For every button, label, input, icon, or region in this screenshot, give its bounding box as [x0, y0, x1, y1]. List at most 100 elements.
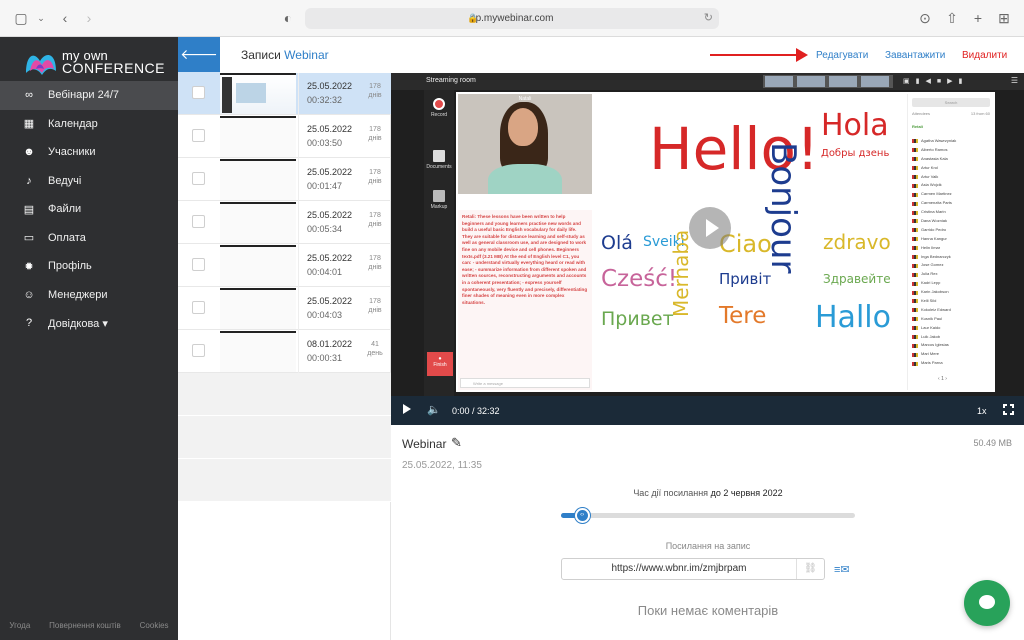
footer-link[interactable]: Угода	[9, 621, 30, 630]
sidebar-toggle-icon[interactable]: ▢	[12, 9, 30, 27]
record-checkbox[interactable]	[192, 344, 205, 357]
record-checkbox[interactable]	[192, 215, 205, 228]
reload-icon[interactable]: ↻	[704, 8, 713, 29]
record-thumbnail[interactable]	[220, 245, 296, 286]
sidebar-item-4[interactable]: ▤ Файли	[0, 195, 178, 224]
logo-line-2: CONFERENCE	[62, 60, 166, 76]
download-link[interactable]: Завантажити	[885, 50, 945, 61]
record-row[interactable]: 25.05.2022 00:04:03 178 днів	[178, 287, 391, 330]
participant-item: Helin Ilmar	[912, 244, 990, 253]
new-tab-icon[interactable]: +	[969, 9, 987, 27]
page-header: Записи Webinar Редагувати Завантажити Ви…	[220, 37, 1024, 73]
support-chat-button[interactable]	[964, 580, 1010, 626]
participants-page-number: 1	[941, 376, 944, 382]
record-checkbox[interactable]	[192, 129, 205, 142]
sidebar-item-2[interactable]: ☻ Учасники	[0, 138, 178, 167]
volume-icon[interactable]: 🔈	[427, 403, 441, 416]
share-icon[interactable]: ⇧	[943, 9, 961, 27]
participant-name: Artur Krol	[921, 164, 938, 170]
play-overlay-button[interactable]	[689, 207, 731, 249]
footer-link[interactable]: Повернення коштів	[49, 621, 121, 630]
flag-icon	[912, 157, 918, 162]
host-name: Retali	[912, 124, 923, 129]
sidebar-item-label: Менеджери	[48, 288, 108, 301]
flag-icon	[912, 237, 918, 242]
record-row[interactable]: 25.05.2022 00:05:34 178 днів	[178, 201, 391, 244]
fullscreen-icon[interactable]	[1002, 403, 1015, 416]
copy-link-icon[interactable]: ⛓	[796, 559, 824, 579]
sidebar-item-6[interactable]: ✹ Профіль	[0, 252, 178, 281]
record-row[interactable]: 25.05.2022 00:04:01 178 днів	[178, 244, 391, 287]
participant-item: Jose Gomez	[912, 261, 990, 270]
record-row[interactable]: 25.05.2022 00:03:50 178 днів	[178, 115, 391, 158]
record-days-number: 178	[369, 255, 381, 262]
participant-name: Carmenzita Parts	[921, 200, 952, 206]
record-checkbox[interactable]	[192, 258, 205, 271]
room-toolbar: Record Documents Markup ⏺ Finish	[424, 90, 454, 396]
record-thumbnail[interactable]	[220, 202, 296, 243]
playback-speed[interactable]: 1x	[977, 406, 987, 416]
slide-thumbnails	[763, 75, 893, 88]
record-days-left: 178 днів	[367, 211, 383, 229]
record-link-field[interactable]: https://www.wbnr.im/zmjbrpam ⛓	[561, 558, 825, 580]
logo[interactable]: my own CONFERENCE	[24, 47, 166, 79]
record-thumbnail[interactable]	[220, 331, 296, 372]
sidebar-item-5[interactable]: ▭ Оплата	[0, 224, 178, 253]
tab-overview-icon[interactable]: ⊞	[995, 9, 1013, 27]
send-email-icon[interactable]: ≡✉	[834, 564, 854, 576]
play-icon[interactable]	[403, 404, 411, 414]
record-row[interactable]: 25.05.2022 00:01:47 178 днів	[178, 158, 391, 201]
back-arrow-icon[interactable]: ‹	[56, 9, 74, 27]
record-thumbnail[interactable]	[220, 159, 296, 200]
record-details: Webinar ✎ 50.49 MB 25.05.2022, 11:35 Час…	[391, 425, 1024, 640]
flag-icon	[912, 343, 918, 348]
record-days-number: 41	[371, 341, 379, 348]
participant-item: Luik Jakob	[912, 333, 990, 342]
pencil-icon[interactable]: ✎	[451, 435, 462, 451]
flag-icon	[912, 139, 918, 144]
sidebar-item-0[interactable]: ∞ Вебінари 24/7	[0, 81, 178, 110]
record-duration: 00:32:32	[307, 95, 343, 105]
greeting-word: Cześć!	[601, 266, 678, 292]
expiry-slider-handle[interactable]: ‹›	[574, 508, 590, 523]
record-thumbnail[interactable]	[220, 116, 296, 157]
flag-icon	[912, 210, 918, 215]
participant-name: Jose Gomez	[921, 262, 944, 268]
chevron-down-icon[interactable]: ⌄	[32, 9, 50, 27]
record-checkbox[interactable]	[192, 172, 205, 185]
edit-link[interactable]: Редагувати	[816, 50, 868, 61]
record-thumbnail[interactable]	[220, 288, 296, 329]
sidebar-item-7[interactable]: ☺ Менеджери	[0, 281, 178, 310]
record-days-unit: днів	[368, 307, 382, 314]
delete-link[interactable]: Видалити	[962, 50, 1007, 61]
page-title-text: Записи	[241, 48, 281, 62]
record-date: 25.05.2022, 11:35	[402, 460, 482, 471]
record-checkbox[interactable]	[192, 301, 205, 314]
link-label: Посилання на запис	[665, 541, 751, 551]
sidebar-item-1[interactable]: ▦ Календар	[0, 110, 178, 139]
download-icon[interactable]: ⊙	[916, 9, 934, 27]
footer-link[interactable]: Cookies	[140, 621, 169, 630]
record-row[interactable]: 08.01.2022 00:00:31 41 день	[178, 330, 391, 373]
record-row[interactable]: 25.05.2022 00:32:32 178 днів	[178, 72, 391, 115]
participant-name: Laur Kaido	[921, 324, 941, 330]
participants-panel: Search 13 from 60 Attendees Retali Agath…	[907, 94, 993, 390]
video-player[interactable]: Streaming room ▣▮◀■▶▮ ☰ Record Documents…	[391, 73, 1024, 396]
sidebar-item-3[interactable]: ♪ Ведучі	[0, 167, 178, 196]
record-days-unit: днів	[368, 264, 382, 271]
record-tool-label: Record	[430, 112, 448, 118]
participant-name: Karin Jakobson	[921, 289, 949, 295]
forward-arrow-icon[interactable]: ›	[80, 9, 98, 27]
address-bar[interactable]: 🔒 cp.mywebinar.com ↻	[305, 8, 719, 29]
sidebar-item-8[interactable]: ? Довідкова ▾	[0, 309, 178, 338]
privacy-shield-icon[interactable]: ◐	[279, 9, 297, 27]
logo-mark-icon	[26, 55, 56, 75]
back-button[interactable]: 🡐	[178, 37, 220, 72]
expiry-slider[interactable]: ‹›	[561, 508, 855, 523]
documents-tool: Documents	[424, 150, 454, 170]
record-days-left: 178 днів	[367, 254, 383, 272]
record-checkbox[interactable]	[192, 86, 205, 99]
record-link: https://www.wbnr.im/zmjbrpam	[611, 563, 747, 574]
record-thumbnail[interactable]	[220, 73, 296, 114]
flag-icon	[912, 166, 918, 171]
